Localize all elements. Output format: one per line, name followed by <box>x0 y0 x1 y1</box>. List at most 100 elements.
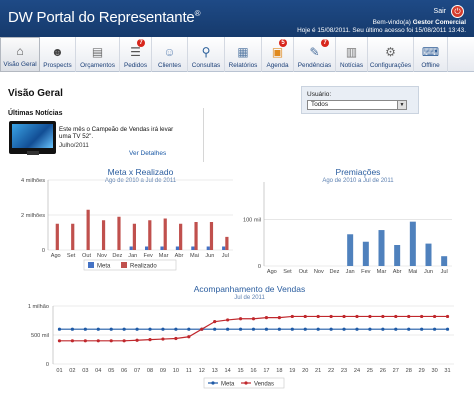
x-tick-label: 20 <box>302 368 308 374</box>
legend-swatch-meta <box>88 262 94 268</box>
toolbar-item-label: Configurações <box>369 62 412 69</box>
toolbar-item-label: Notícias <box>339 62 364 69</box>
toolbar-item-consultas[interactable]: ⚲ Consultas <box>188 37 225 72</box>
toolbar-item-agenda[interactable]: ▣ Agenda 5 <box>262 37 294 72</box>
bar-realizado <box>179 223 183 250</box>
x-tick-label: Jan <box>128 253 137 259</box>
x-tick-label: 16 <box>250 368 256 374</box>
point-vendas <box>407 314 411 319</box>
x-tick-label: Out <box>299 269 308 275</box>
x-tick-label: 26 <box>380 368 386 374</box>
clients-icon: ☺ <box>163 45 176 59</box>
notification-badge: 7 <box>137 39 145 47</box>
toolbar-item-prospects[interactable]: ☻ Prospects <box>40 37 76 72</box>
toolbar-item-configurações[interactable]: ⚙ Configurações <box>368 37 414 72</box>
bar-premiacoes <box>362 241 369 266</box>
toolbar-item-visão-geral[interactable]: ⌂ Visão Geral <box>0 37 40 72</box>
x-tick-label: Dez <box>330 269 340 275</box>
point-meta <box>329 327 333 331</box>
point-vendas <box>445 314 450 319</box>
y-tick-label: 0 <box>46 362 49 368</box>
y-tick-label: 1 milhão <box>28 304 49 310</box>
x-tick-label: 23 <box>341 368 347 374</box>
app-header: DW Portal do Representante® Sair ⏻ Bem-v… <box>0 0 474 37</box>
bar-premiacoes <box>347 234 354 266</box>
point-vendas <box>187 335 191 339</box>
chart-subtitle: Ago de 2010 a Jul de 2011 <box>322 178 394 184</box>
x-tick-label: Set <box>283 269 292 275</box>
bar-meta <box>160 246 164 250</box>
toolbar-item-label: Agenda <box>266 62 289 69</box>
point-meta <box>264 327 269 331</box>
point-meta <box>368 327 372 331</box>
point-vendas <box>432 314 437 319</box>
point-vendas <box>135 338 139 342</box>
x-tick-label: Jul <box>222 253 229 259</box>
offline-icon: ⌨ <box>421 45 440 59</box>
toolbar-item-clientes[interactable]: ☺ Clientes <box>152 37 188 72</box>
x-tick-label: Dez <box>112 253 122 259</box>
x-tick-label: Jul <box>441 269 448 275</box>
point-vendas <box>148 338 152 342</box>
point-vendas <box>70 339 75 343</box>
x-tick-label: Jun <box>205 253 214 259</box>
x-tick-label: Jun <box>424 269 433 275</box>
prospects-icon: ☻ <box>51 45 64 59</box>
x-tick-label: 04 <box>95 368 101 374</box>
bar-meta <box>206 246 210 250</box>
point-meta <box>238 327 243 331</box>
logout-link[interactable]: Sair <box>434 8 446 15</box>
news-icon: ▥ <box>345 45 358 59</box>
legend-marker-meta <box>211 381 215 385</box>
toolbar-item-orçamentos[interactable]: ▤ Orçamentos <box>76 37 120 72</box>
x-tick-label: 11 <box>186 368 192 374</box>
home-icon: ⌂ <box>16 44 24 58</box>
toolbar-item-notícias[interactable]: ▥ Notícias <box>336 37 368 72</box>
point-meta <box>355 327 359 331</box>
x-tick-label: 28 <box>406 368 412 374</box>
x-tick-label: 12 <box>199 368 205 374</box>
bar-premiacoes <box>394 245 401 266</box>
toolbar-item-offline[interactable]: ⌨ Offline <box>414 37 448 72</box>
point-meta <box>109 327 113 331</box>
chart-title: Meta x Realizado <box>108 167 174 177</box>
bar-premiacoes <box>409 221 416 266</box>
x-tick-label: 14 <box>225 368 231 374</box>
point-meta <box>213 327 217 331</box>
x-tick-label: 09 <box>160 368 166 374</box>
x-tick-label: 07 <box>134 368 140 374</box>
bar-meta <box>175 246 180 250</box>
point-vendas <box>316 314 320 319</box>
x-tick-label: 05 <box>108 368 114 374</box>
x-tick-label: 13 <box>212 368 218 374</box>
point-meta <box>83 327 87 331</box>
point-vendas <box>368 314 372 319</box>
point-vendas <box>161 337 165 341</box>
point-meta <box>342 327 346 331</box>
pending-icon: ✎ <box>309 45 320 59</box>
bar-meta <box>222 246 226 250</box>
x-tick-label: 15 <box>237 368 243 374</box>
toolbar-item-relatórios[interactable]: ▦ Relatórios <box>225 37 262 72</box>
point-vendas <box>329 314 333 319</box>
toolbar-item-pendências[interactable]: ✎ Pendências 7 <box>294 37 336 72</box>
point-vendas <box>303 314 307 319</box>
app-title-text: DW Portal do Representante <box>8 9 195 26</box>
notification-badge: 5 <box>279 39 287 47</box>
x-tick-label: 31 <box>444 368 450 374</box>
point-meta <box>251 327 256 331</box>
x-tick-label: 18 <box>276 368 282 374</box>
toolbar-item-label: Pendências <box>297 62 332 69</box>
x-tick-label: 27 <box>393 368 399 374</box>
point-meta <box>445 327 450 331</box>
toolbar-item-pedidos[interactable]: ☰ Pedidos 7 <box>120 37 152 72</box>
orders-icon: ☰ <box>130 45 141 59</box>
point-meta <box>187 327 191 331</box>
trademark-mark: ® <box>194 9 201 18</box>
legend-label-meta: Meta <box>221 382 235 388</box>
x-tick-label: Jan <box>346 269 355 275</box>
point-meta <box>432 327 437 331</box>
x-tick-label: Nov <box>97 253 107 259</box>
point-vendas <box>277 316 281 320</box>
logout-icon[interactable]: ⏻ <box>451 5 464 18</box>
